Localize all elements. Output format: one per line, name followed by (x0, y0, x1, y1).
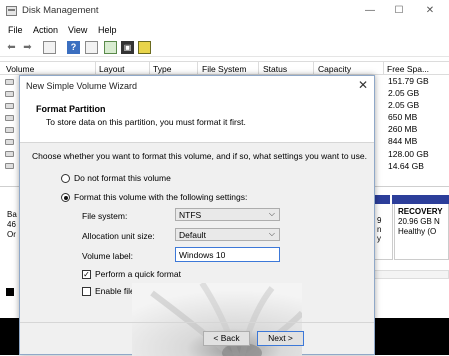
col-divider[interactable] (313, 62, 314, 75)
file-system-label: File system: (82, 211, 128, 221)
new-simple-volume-wizard: New Simple Volume Wizard ✕ Format Partit… (19, 75, 375, 356)
volume-row-icon (5, 127, 14, 133)
table-row[interactable]: 14.64 GB (384, 161, 449, 173)
small-partition-text: n (377, 225, 382, 234)
col-status[interactable]: Status (263, 64, 287, 74)
format-volume-label[interactable]: Format this volume with the following se… (74, 192, 247, 202)
next-button[interactable]: Next > (257, 331, 304, 346)
volume-free-space-column: 151.79 GB 2.05 GB 2.05 GB 650 MB 260 MB … (384, 76, 449, 173)
disk-partition-bar (374, 195, 449, 204)
volume-row-icon (5, 79, 14, 85)
volume-row-icon (5, 91, 14, 97)
volume-row-icon (5, 139, 14, 145)
toolbar: ⬅ ➡ ? ▣ (0, 39, 449, 57)
disk-management-app-icon (6, 6, 17, 16)
volume-table-header: Volume Layout Type File System Status Ca… (0, 61, 449, 75)
col-type[interactable]: Type (153, 64, 171, 74)
small-partition-text: 9 (377, 216, 382, 225)
disk-label: Ba (7, 210, 17, 219)
window-title: Disk Management (22, 5, 99, 16)
menu-bar: File Action View Help (0, 22, 449, 39)
wizard-title-bar: New Simple Volume Wizard ✕ (20, 76, 374, 96)
chevron-down-icon: ⌵ (268, 209, 275, 218)
console-tree-icon[interactable] (43, 41, 56, 54)
small-partition-text: y (377, 234, 381, 243)
forward-arrow-icon[interactable]: ➡ (21, 41, 34, 54)
volume-row-icon (5, 163, 14, 169)
menu-view[interactable]: View (68, 25, 87, 35)
disk-size: 46 (7, 220, 16, 229)
menu-help[interactable]: Help (98, 25, 117, 35)
allocation-unit-select[interactable]: Default ⌵ (175, 228, 280, 241)
page-subtitle: To store data on this partition, you mus… (46, 117, 246, 127)
back-arrow-icon[interactable]: ⬅ (5, 41, 18, 54)
volume-row-icon (5, 103, 14, 109)
volume-row-icon (5, 151, 14, 157)
minimize-button[interactable]: — (360, 3, 380, 19)
volume-label-label: Volume label: (82, 251, 134, 261)
settings-icon[interactable] (138, 41, 151, 54)
col-divider[interactable] (258, 62, 259, 75)
help-icon[interactable]: ? (67, 41, 80, 54)
col-capacity[interactable]: Capacity (318, 64, 351, 74)
menu-file[interactable]: File (8, 25, 23, 35)
refresh-icon[interactable] (104, 41, 117, 54)
col-file-system[interactable]: File System (202, 64, 246, 74)
col-volume[interactable]: Volume (6, 64, 34, 74)
footer-divider (20, 322, 374, 323)
disk-status: Or (7, 230, 16, 239)
partition-divider (390, 195, 392, 204)
col-divider[interactable] (149, 62, 150, 75)
table-row[interactable]: 2.05 GB (384, 88, 449, 100)
window-title-bar: Disk Management — ☐ ✕ (0, 0, 449, 22)
do-not-format-radio[interactable] (61, 174, 70, 183)
table-row[interactable]: 650 MB (384, 112, 449, 124)
table-row[interactable]: 2.05 GB (384, 100, 449, 112)
menu-action[interactable]: Action (33, 25, 58, 35)
col-free-space[interactable]: Free Spa... (387, 64, 429, 74)
horizontal-scrollbar[interactable] (374, 270, 449, 279)
properties-icon[interactable] (85, 41, 98, 54)
recovery-partition[interactable]: RECOVERY 20.96 GB N Healthy (O (394, 204, 449, 260)
back-button[interactable]: < Back (203, 331, 250, 346)
wizard-header: Format Partition To store data on this p… (20, 96, 374, 143)
col-divider[interactable] (197, 62, 198, 75)
enable-compression-checkbox[interactable] (82, 287, 91, 296)
wizard-close-button[interactable]: ✕ (358, 78, 368, 92)
recovery-status: Healthy (O (398, 227, 437, 236)
rescan-icon[interactable]: ▣ (121, 41, 134, 54)
close-button[interactable]: ✕ (420, 3, 440, 19)
allocation-unit-label: Allocation unit size: (82, 231, 155, 241)
unallocated-legend-swatch (6, 288, 14, 296)
file-system-value: NTFS (179, 210, 202, 220)
table-row[interactable]: 844 MB (384, 136, 449, 148)
table-row[interactable]: 128.00 GB (384, 149, 449, 161)
quick-format-label[interactable]: Perform a quick format (95, 269, 181, 279)
quick-format-checkbox[interactable]: ✓ (82, 270, 91, 279)
table-row[interactable]: 151.79 GB (384, 76, 449, 88)
col-divider[interactable] (95, 62, 96, 75)
col-layout[interactable]: Layout (99, 64, 125, 74)
file-system-select[interactable]: NTFS ⌵ (175, 208, 280, 221)
page-title: Format Partition (36, 104, 106, 114)
recovery-name: RECOVERY (398, 207, 443, 216)
col-divider[interactable] (383, 62, 384, 75)
chevron-down-icon: ⌵ (268, 229, 275, 238)
recovery-size: 20.96 GB N (398, 217, 440, 226)
maximize-button[interactable]: ☐ (389, 3, 409, 19)
do-not-format-label[interactable]: Do not format this volume (74, 173, 171, 183)
volume-label-input[interactable]: Windows 10 (175, 247, 280, 262)
small-partition[interactable]: 9 n y (374, 204, 393, 260)
enable-compression-label[interactable]: Enable file (95, 286, 135, 296)
format-instructions: Choose whether you want to format this v… (32, 151, 367, 161)
table-row[interactable]: 260 MB (384, 124, 449, 136)
volume-row-icon (5, 115, 14, 121)
format-volume-radio[interactable] (61, 193, 70, 202)
wizard-title: New Simple Volume Wizard (26, 81, 138, 91)
allocation-unit-value: Default (179, 230, 206, 240)
